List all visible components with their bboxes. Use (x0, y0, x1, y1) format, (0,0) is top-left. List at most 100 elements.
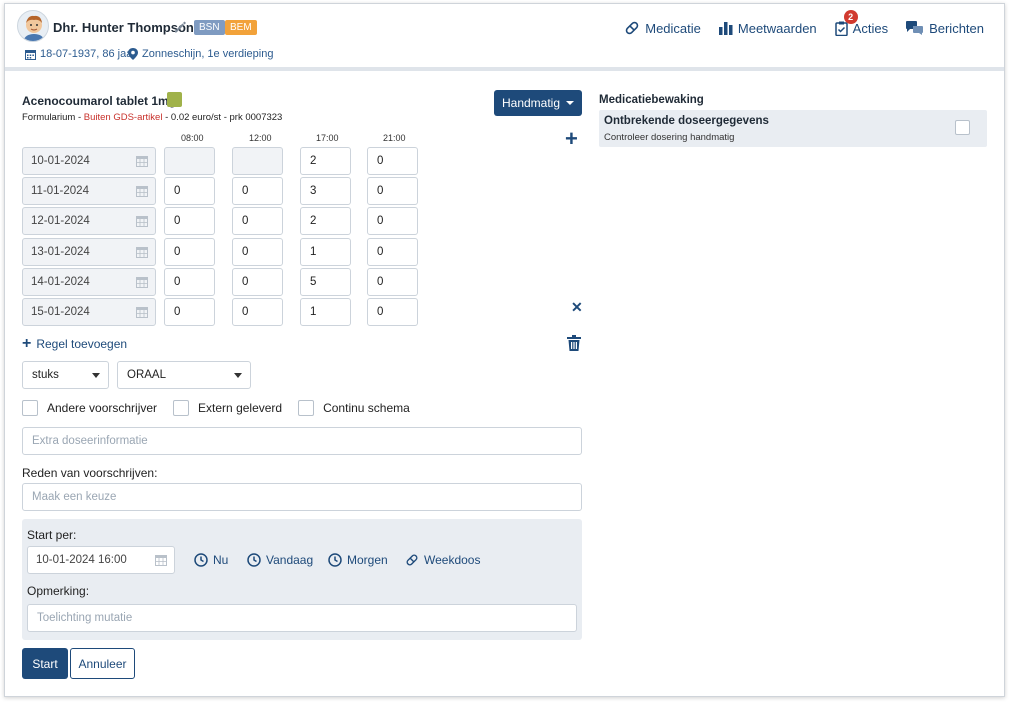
dose-input[interactable]: 2 (300, 147, 351, 175)
clock-icon (328, 553, 342, 567)
dose-input[interactable]: 3 (300, 177, 351, 206)
date-of-birth: 18-07-1937, 86 jaar (25, 48, 136, 60)
top-navigation: Medicatie Meetwaarden 2 Acties Berichten (624, 10, 984, 36)
checkbox-continu-schema[interactable]: Continu schema (298, 400, 410, 416)
drug-details: Formularium - Buiten GDS-artikel - 0.02 … (22, 112, 283, 123)
nav-berichten[interactable]: Berichten (906, 20, 984, 36)
schedule-date-value: 14-01-2024 (31, 275, 90, 288)
dose-input[interactable]: 1 (300, 298, 351, 326)
schedule-row: 10-01-2024 2 0 (22, 147, 422, 175)
start-panel: Start per: 10-01-2024 16:00 Nu Vandaag M… (22, 519, 582, 640)
calendar-icon (136, 186, 148, 198)
schedule-row: 12-01-2024 0 0 2 0 (22, 207, 422, 236)
schedule-date-input[interactable]: 14-01-2024 (22, 267, 156, 296)
dose-input[interactable]: 5 (300, 267, 351, 296)
dose-input[interactable]: 0 (367, 298, 418, 326)
pill-icon (406, 554, 418, 566)
calendar-icon (155, 555, 167, 566)
trash-icon[interactable] (567, 335, 581, 351)
clock-icon (247, 553, 261, 567)
add-time-icon[interactable]: + (565, 128, 578, 150)
add-rule-label: Regel toevoegen (36, 337, 128, 351)
route-select-value: ORAAL (127, 369, 166, 381)
schedule-date-value: 13-01-2024 (31, 245, 90, 258)
drug-price: 0.02 euro/st (170, 112, 222, 123)
dose-input[interactable]: 2 (300, 207, 351, 236)
dose-input[interactable]: 0 (164, 237, 215, 266)
dose-input[interactable]: 0 (367, 207, 418, 236)
start-tomorrow-button[interactable]: Morgen (328, 553, 388, 567)
dose-input[interactable]: 1 (300, 237, 351, 266)
chat-bubbles-icon (906, 21, 924, 35)
start-datetime-input[interactable]: 10-01-2024 16:00 (27, 546, 175, 574)
start-datetime-value: 10-01-2024 16:00 (36, 554, 127, 566)
pencil-icon[interactable] (173, 20, 187, 34)
nav-medicatie-label: Medicatie (645, 20, 701, 36)
start-today-button[interactable]: Vandaag (247, 553, 313, 567)
alert-acknowledge-checkbox[interactable] (955, 120, 970, 135)
schedule-date-input[interactable]: 10-01-2024 (22, 147, 156, 175)
checkbox-extern-geleverd[interactable]: Extern geleverd (173, 400, 282, 416)
schedule-date-input[interactable]: 13-01-2024 (22, 237, 156, 266)
dose-input[interactable]: 0 (367, 267, 418, 296)
calendar-icon (25, 49, 36, 60)
nav-medicatie[interactable]: Medicatie (624, 20, 701, 36)
dosing-mode-dropdown[interactable]: Handmatig (494, 90, 582, 116)
nav-meetwaarden[interactable]: Meetwaarden (718, 20, 817, 36)
nav-acties[interactable]: 2 Acties (834, 10, 888, 36)
start-now-button[interactable]: Nu (194, 553, 228, 567)
checkbox-label: Andere voorschrijver (47, 401, 158, 415)
dose-input[interactable]: 0 (367, 237, 418, 266)
clipboard-check-icon (834, 21, 848, 36)
dose-input[interactable]: 0 (367, 147, 418, 175)
dose-input[interactable]: 0 (164, 267, 215, 296)
dose-input[interactable]: 0 (232, 267, 283, 296)
dose-input[interactable]: 0 (232, 298, 283, 326)
avatar (17, 10, 49, 42)
schedule-date-value: 11-01-2024 (31, 185, 89, 198)
dose-input[interactable]: 0 (232, 207, 283, 236)
checkbox-box[interactable] (173, 400, 190, 416)
dose-input[interactable]: 0 (232, 237, 283, 266)
checkbox-box[interactable] (22, 400, 38, 416)
acties-count-badge: 2 (843, 10, 858, 24)
unit-select-value: stuks (32, 369, 59, 381)
close-icon[interactable]: ✕ (571, 299, 583, 316)
start-button[interactable]: Start (22, 648, 68, 679)
time-header: 08:00 (181, 133, 204, 143)
patient-location: Zonneschijn, 1e verdieping (128, 48, 273, 60)
dose-input[interactable]: 0 (164, 207, 215, 236)
schedule-date-input[interactable]: 11-01-2024 (22, 177, 156, 206)
extra-dosing-info-input[interactable]: Extra doseerinformatie (22, 427, 582, 455)
time-header: 17:00 (316, 133, 339, 143)
route-select[interactable]: ORAAL (117, 361, 251, 389)
bar-chart-icon (718, 22, 733, 35)
dose-input[interactable]: 0 (164, 177, 215, 206)
drug-name: Acenocoumarol tablet 1mg (22, 94, 177, 108)
schedule-date-input[interactable]: 12-01-2024 (22, 207, 156, 236)
calendar-icon (136, 276, 148, 288)
start-weekdoos-label: Weekdoos (424, 553, 481, 567)
dose-input[interactable]: 0 (164, 298, 215, 326)
medication-type-icon (167, 92, 182, 107)
unit-select[interactable]: stuks (22, 361, 109, 389)
dose-input[interactable] (232, 147, 283, 175)
app-window: Dhr. Hunter Thompson BSN BEM 18-07-1937,… (4, 3, 1005, 697)
add-rule-button[interactable]: + Regel toevoegen (22, 336, 127, 352)
alert-title: Ontbrekende doseergegevens (604, 115, 769, 127)
dose-input[interactable] (164, 147, 215, 175)
dose-input[interactable]: 0 (232, 177, 283, 206)
start-now-label: Nu (213, 553, 229, 567)
calendar-icon (136, 156, 148, 167)
checkbox-andere-voorschrijver[interactable]: Andere voorschrijver (22, 400, 157, 416)
reason-select[interactable]: Maak een keuze (22, 483, 582, 511)
dose-input[interactable]: 0 (367, 177, 418, 206)
start-weekdoos-button[interactable]: Weekdoos (405, 553, 480, 567)
clock-icon (194, 553, 208, 567)
cancel-button[interactable]: Annuleer (70, 648, 135, 679)
remark-input[interactable]: Toelichting mutatie (27, 604, 577, 632)
caret-down-icon (92, 373, 100, 378)
schedule-date-input[interactable]: 15-01-2024 (22, 298, 156, 326)
schedule-row: 13-01-2024 0 0 1 0 (22, 237, 422, 266)
checkbox-box[interactable] (298, 400, 315, 416)
